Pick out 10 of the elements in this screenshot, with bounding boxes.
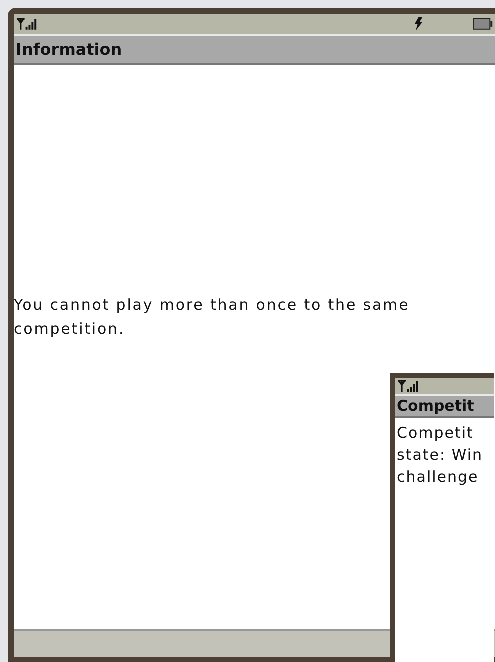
message-text: state: Win bbox=[396, 445, 484, 466]
lightning-icon bbox=[414, 17, 424, 31]
message-text: Competit bbox=[396, 423, 475, 444]
signal-icon bbox=[16, 17, 38, 31]
screen-title: Competit bbox=[395, 396, 494, 418]
signal-icon bbox=[397, 379, 419, 393]
screen-title: Information bbox=[14, 36, 495, 65]
battery-icon bbox=[473, 18, 493, 30]
message-text: You cannot play more than once to the same competition. bbox=[14, 295, 411, 340]
message-text: challenge bbox=[396, 467, 480, 488]
